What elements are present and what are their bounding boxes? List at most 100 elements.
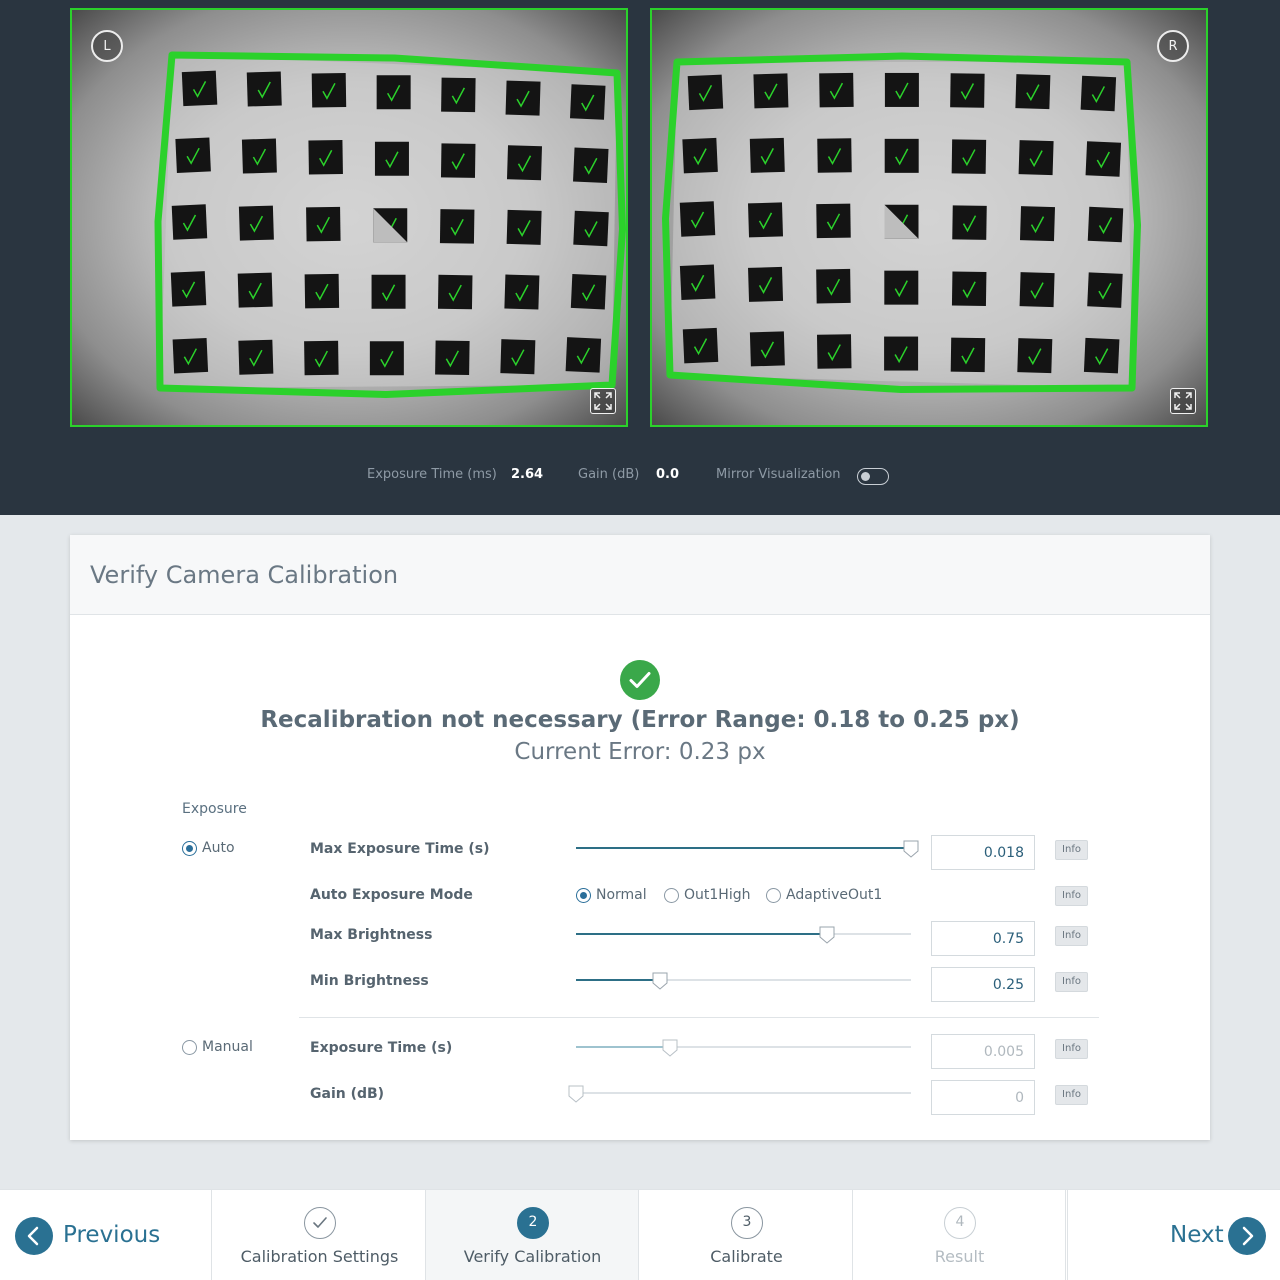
calibration-marker <box>950 73 985 108</box>
exposure-time-slider[interactable] <box>576 1039 911 1057</box>
info-button[interactable]: Info <box>1055 886 1088 906</box>
expand-icon[interactable] <box>1170 388 1196 414</box>
max-brightness-slider[interactable] <box>576 926 911 944</box>
next-button[interactable]: Next <box>1067 1190 1280 1280</box>
calibration-marker <box>1083 337 1120 374</box>
step-label: Verify Calibration <box>463 1247 602 1266</box>
section-divider <box>299 1017 1099 1018</box>
manual-radio-label[interactable]: Manual <box>202 1039 253 1055</box>
mode-adaptiveout1-label[interactable]: AdaptiveOut1 <box>786 887 882 903</box>
calibration-marker <box>682 327 719 364</box>
calibration-marker <box>238 339 274 375</box>
calibration-marker <box>1085 141 1122 177</box>
calibration-marker <box>308 139 343 175</box>
auto-radio-label[interactable]: Auto <box>202 840 235 856</box>
calibration-marker <box>175 137 211 173</box>
calibration-marker <box>819 72 854 108</box>
gain-label: Gain (dB) <box>310 1086 385 1102</box>
previous-label: Previous <box>63 1222 161 1248</box>
mode-adaptiveout1-radio[interactable] <box>766 888 781 903</box>
info-button[interactable]: Info <box>1055 972 1088 992</box>
previous-button[interactable]: Previous <box>0 1190 212 1280</box>
mirror-visualization-toggle[interactable] <box>857 468 889 485</box>
mode-out1high-label[interactable]: Out1High <box>684 887 750 903</box>
left-camera-view: L <box>70 8 628 427</box>
max-exposure-time-slider[interactable] <box>576 840 919 858</box>
slider-fill <box>576 979 660 981</box>
calibration-marker <box>440 143 476 178</box>
min-brightness-label: Min Brightness <box>310 973 429 989</box>
slider-track <box>576 1092 911 1094</box>
mirror-visualization-label: Mirror Visualization <box>716 467 841 482</box>
chevron-right-icon <box>1228 1217 1266 1255</box>
step-calibrate[interactable]: 3 Calibrate <box>640 1190 853 1280</box>
step-verify-calibration[interactable]: 2 Verify Calibration <box>426 1190 639 1280</box>
calibration-marker <box>306 206 341 242</box>
calibration-marker <box>817 138 852 173</box>
manual-radio[interactable] <box>182 1040 197 1055</box>
mode-normal-label[interactable]: Normal <box>596 887 647 903</box>
right-camera-badge: R <box>1157 30 1189 62</box>
check-circle-icon <box>620 660 660 700</box>
min-brightness-slider[interactable] <box>576 972 911 990</box>
auto-radio[interactable] <box>182 841 197 856</box>
exposure-time-input[interactable]: 0.005 <box>931 1034 1035 1069</box>
mode-out1high-radio[interactable] <box>664 888 679 903</box>
auto-exposure-mode-label: Auto Exposure Mode <box>310 887 473 903</box>
calibration-marker <box>373 208 408 243</box>
calibration-marker <box>237 272 273 308</box>
slider-thumb[interactable] <box>903 840 919 858</box>
calibration-marker <box>687 74 724 111</box>
mode-normal-radio[interactable] <box>576 888 591 903</box>
slider-fill <box>576 1046 670 1048</box>
calibration-marker <box>304 273 340 309</box>
calibration-marker <box>682 137 718 174</box>
calibration-marker <box>884 270 919 305</box>
calibration-marker <box>376 75 411 110</box>
slider-thumb[interactable] <box>662 1039 678 1057</box>
verify-calibration-card: Verify Camera Calibration Recalibration … <box>70 535 1210 1140</box>
calibration-marker <box>304 340 339 376</box>
calibration-marker <box>506 145 542 181</box>
info-button[interactable]: Info <box>1055 840 1088 860</box>
calibration-marker <box>369 341 404 376</box>
gain-input[interactable]: 0 <box>931 1080 1035 1115</box>
slider-thumb[interactable] <box>652 972 668 990</box>
calibration-board-overlay <box>154 51 626 398</box>
left-camera-badge: L <box>91 30 123 62</box>
max-brightness-input[interactable]: 0.75 <box>931 921 1035 956</box>
calibration-marker <box>439 209 475 244</box>
calibration-marker <box>441 77 476 113</box>
min-brightness-input[interactable]: 0.25 <box>931 967 1035 1002</box>
slider-thumb[interactable] <box>819 926 835 944</box>
slider-thumb[interactable] <box>568 1085 584 1103</box>
calibration-marker <box>952 205 987 240</box>
calibration-marker <box>816 334 852 369</box>
calibration-marker <box>241 138 277 174</box>
calibration-marker <box>506 209 542 245</box>
max-exposure-time-label: Max Exposure Time (s) <box>310 841 490 857</box>
calibration-marker <box>816 203 851 239</box>
expand-icon[interactable] <box>590 388 616 414</box>
camera-info-bar: Exposure Time (ms) 2.64 Gain (dB) 0.0 Mi… <box>0 466 1280 488</box>
gain-slider[interactable] <box>568 1085 911 1103</box>
max-brightness-label: Max Brightness <box>310 927 433 943</box>
calibration-marker <box>884 138 919 173</box>
calibration-marker <box>374 141 409 176</box>
calibration-marker <box>951 139 987 174</box>
step-label: Result <box>934 1247 985 1266</box>
camera-preview-panel: L R Exposure Time (ms) 2.64 Gain (dB) 0.… <box>0 0 1280 515</box>
calibration-marker <box>749 137 785 173</box>
info-button[interactable]: Info <box>1055 926 1088 946</box>
current-error: Current Error: 0.23 px <box>514 739 766 765</box>
calibration-marker <box>884 204 919 239</box>
calibration-marker <box>181 70 218 107</box>
step-calibration-settings[interactable]: Calibration Settings <box>213 1190 426 1280</box>
calibration-marker <box>749 331 785 367</box>
info-button[interactable]: Info <box>1055 1085 1088 1105</box>
calibration-marker <box>505 80 541 116</box>
max-exposure-time-input[interactable]: 0.018 <box>931 835 1035 870</box>
calibration-marker <box>171 204 208 240</box>
info-button[interactable]: Info <box>1055 1039 1088 1059</box>
calibration-marker <box>747 202 784 238</box>
